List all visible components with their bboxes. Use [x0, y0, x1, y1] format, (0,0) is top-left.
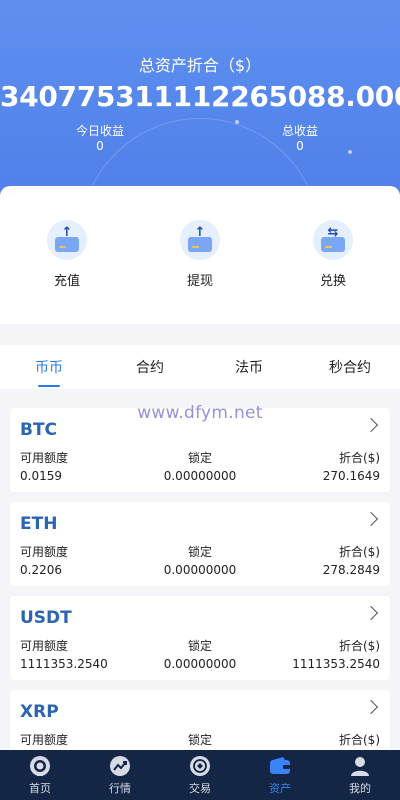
- available-value: 0.0159: [20, 469, 62, 483]
- nav-profile-label: 我的: [349, 782, 371, 795]
- exchange-icon: ⇆: [313, 220, 353, 260]
- converted-value: 278.2849: [322, 563, 380, 577]
- asset-symbol: BTC: [20, 420, 58, 440]
- user-icon: [349, 755, 371, 777]
- locked-value: 0.00000000: [163, 563, 237, 577]
- converted-label: 折合($): [339, 733, 380, 747]
- locked-label: 锁定: [187, 733, 212, 747]
- chevron-right-icon: [363, 699, 379, 715]
- bottom-navigation: 首页 行情 交易 资产 我的: [0, 750, 400, 800]
- withdraw-label: 提现: [186, 274, 213, 289]
- nav-home-label: 首页: [29, 782, 51, 795]
- deposit-label: 充值: [53, 274, 80, 289]
- available-label: 可用额度: [20, 451, 69, 465]
- converted-label: 折合($): [339, 639, 380, 653]
- nav-market-label: 行情: [109, 782, 131, 795]
- nav-assets[interactable]: 资产: [240, 755, 320, 796]
- today-income-value: 0: [96, 139, 104, 153]
- market-icon: [109, 755, 131, 777]
- available-label: 可用额度: [20, 545, 69, 559]
- tab-fiat[interactable]: 法币: [219, 357, 279, 377]
- total-income-value: 0: [296, 139, 304, 153]
- converted-value: 270.1649: [322, 469, 380, 483]
- home-icon: [29, 755, 51, 777]
- locked-label: 锁定: [187, 545, 212, 559]
- asset-card-usdt[interactable]: USDT 可用额度 锁定 折合($) 1111353.2540 0.000000…: [10, 596, 390, 680]
- watermark-text: www.dfym.net: [137, 403, 263, 423]
- asset-header: 总资产折合（$） 340775311112265088.0000 今日收益 0 …: [0, 0, 400, 215]
- tab-active-indicator: [38, 385, 60, 387]
- asset-card-eth[interactable]: ETH 可用额度 锁定 折合($) 0.2206 0.00000000 278.…: [10, 502, 390, 586]
- withdraw-button[interactable]: ↑ 提现: [160, 220, 240, 289]
- tab-spot[interactable]: 币币: [19, 357, 79, 377]
- tab-second-contract[interactable]: 秒合约: [320, 357, 380, 377]
- tab-contract[interactable]: 合约: [120, 357, 180, 377]
- chevron-right-icon: [363, 605, 379, 621]
- nav-home[interactable]: 首页: [0, 755, 80, 796]
- nav-assets-label: 资产: [269, 782, 291, 795]
- deposit-button[interactable]: ↑ 充值: [27, 220, 107, 289]
- locked-label: 锁定: [187, 639, 212, 653]
- converted-value: 1111353.2540: [292, 657, 380, 671]
- trade-icon: [189, 755, 211, 777]
- quick-actions: ↑ 充值 ↑ 提现 ⇆ 兑换: [0, 186, 400, 324]
- exchange-label: 兑换: [319, 274, 346, 289]
- total-assets-label: 总资产折合（$）: [138, 56, 262, 75]
- locked-label: 锁定: [187, 451, 212, 465]
- deposit-icon: ↑: [47, 220, 87, 260]
- asset-symbol: USDT: [20, 608, 72, 628]
- nav-profile[interactable]: 我的: [320, 755, 400, 796]
- wallet-icon: [269, 755, 291, 777]
- total-income: 总收益 0: [250, 124, 350, 154]
- available-label: 可用额度: [20, 639, 69, 653]
- header-decoration-dot: [235, 120, 239, 124]
- chevron-right-icon: [363, 511, 379, 527]
- nav-market[interactable]: 行情: [80, 755, 160, 796]
- today-income-label: 今日收益: [75, 124, 124, 138]
- total-assets-value: 340775311112265088.0000: [0, 80, 400, 113]
- asset-symbol: ETH: [20, 514, 58, 534]
- available-value: 0.2206: [20, 563, 62, 577]
- nav-trade-label: 交易: [189, 782, 211, 795]
- withdraw-icon: ↑: [180, 220, 220, 260]
- exchange-button[interactable]: ⇆ 兑换: [293, 220, 373, 289]
- account-tabs: 币币 合约 法币 秒合约: [0, 345, 400, 389]
- locked-value: 0.00000000: [163, 469, 237, 483]
- available-label: 可用额度: [20, 733, 69, 747]
- locked-value: 0.00000000: [163, 657, 237, 671]
- asset-symbol: XRP: [20, 702, 59, 722]
- converted-label: 折合($): [339, 545, 380, 559]
- converted-label: 折合($): [339, 451, 380, 465]
- total-income-label: 总收益: [281, 124, 318, 138]
- today-income: 今日收益 0: [50, 124, 150, 154]
- nav-trade[interactable]: 交易: [160, 755, 240, 796]
- available-value: 1111353.2540: [20, 657, 108, 671]
